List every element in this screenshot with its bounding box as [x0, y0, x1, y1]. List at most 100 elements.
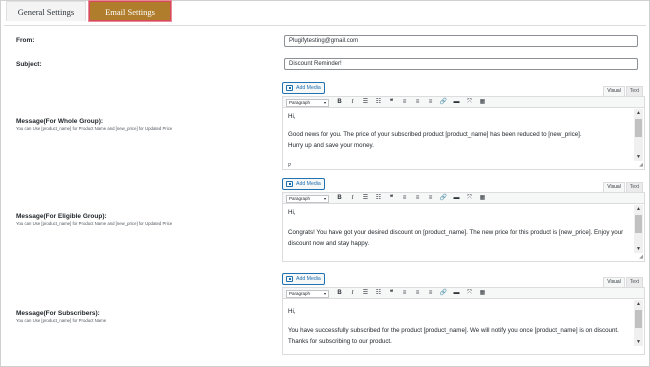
from-label: From: — [16, 37, 35, 44]
numbered-list-icon[interactable]: ☷ — [374, 98, 383, 107]
blockquote-icon[interactable]: ❝ — [387, 98, 396, 107]
format-select-value: Paragraph — [289, 196, 311, 201]
message-eligible-group-label: Message(For Eligible Group): — [16, 213, 107, 220]
add-media-button[interactable]: Add Media — [282, 82, 325, 94]
link-icon[interactable]: 🔗 — [439, 194, 448, 203]
editor-scrollbar[interactable]: ▲ ▼ — [634, 109, 643, 161]
scroll-up-icon[interactable]: ▲ — [634, 300, 643, 308]
read-more-icon[interactable]: ▬ — [452, 98, 461, 107]
message-line: Congrats! You have got your desired disc… — [288, 229, 624, 236]
bold-icon[interactable]: B — [335, 289, 344, 298]
align-center-icon[interactable]: ≡ — [413, 194, 422, 203]
tab-email-settings[interactable]: Email Settings — [89, 1, 171, 21]
editor-scrollbar[interactable]: ▲ ▼ — [634, 205, 643, 253]
message-whole-group-label: Message(For Whole Group): — [16, 118, 104, 125]
chevron-down-icon: ▾ — [323, 291, 326, 296]
scroll-thumb[interactable] — [635, 119, 642, 137]
text-tab[interactable]: Text — [626, 182, 643, 192]
scroll-down-icon[interactable]: ▼ — [634, 338, 643, 346]
link-icon[interactable]: 🔗 — [439, 289, 448, 298]
editor-toolbar: Paragraph ▾ B I ☰ ☷ ❝ ≡ ≡ ≡ 🔗 ▬ ⤧ ▦ — [282, 96, 645, 108]
message-line: discount now and stay happy. — [288, 240, 370, 247]
fullscreen-icon[interactable]: ⤧ — [465, 98, 474, 107]
message-line: Hi, — [288, 113, 296, 120]
bullet-list-icon[interactable]: ☰ — [361, 194, 370, 203]
read-more-icon[interactable]: ▬ — [452, 289, 461, 298]
toolbar-toggle-icon[interactable]: ▦ — [478, 289, 487, 298]
message-whole-group-editor: Add Media Visual Text Paragraph ▾ B I ☰ ☷… — [281, 82, 645, 170]
message-line: You have successfully subscribed for the… — [288, 327, 619, 334]
message-whole-group-content[interactable]: Hi, Good news for you. The price of your… — [282, 108, 645, 170]
numbered-list-icon[interactable]: ☷ — [374, 194, 383, 203]
scroll-thumb[interactable] — [635, 310, 642, 328]
visual-tab[interactable]: Visual — [603, 182, 625, 192]
align-center-icon[interactable]: ≡ — [413, 289, 422, 298]
add-media-button[interactable]: Add Media — [282, 178, 325, 190]
scroll-up-icon[interactable]: ▲ — [634, 109, 643, 117]
resize-grip-icon[interactable]: ◢ — [639, 162, 643, 168]
add-media-label: Add Media — [296, 276, 321, 282]
message-eligible-group-content[interactable]: Hi, Congrats! You have got your desired … — [282, 204, 645, 262]
align-right-icon[interactable]: ≡ — [426, 194, 435, 203]
scroll-down-icon[interactable]: ▼ — [634, 153, 643, 161]
format-select-value: Paragraph — [289, 100, 311, 105]
chevron-down-icon: ▾ — [323, 196, 326, 201]
tab-general-settings[interactable]: General Settings — [6, 1, 86, 21]
editor-toolbar: Paragraph ▾ B I ☰ ☷ ❝ ≡ ≡ ≡ 🔗 ▬ ⤧ ▦ — [282, 192, 645, 204]
media-icon — [286, 276, 293, 282]
from-input[interactable]: Plugifytesting@gmail.com — [284, 35, 638, 47]
bold-icon[interactable]: B — [335, 98, 344, 107]
text-tab[interactable]: Text — [626, 86, 643, 96]
chevron-down-icon: ▾ — [323, 100, 326, 105]
align-center-icon[interactable]: ≡ — [413, 98, 422, 107]
align-right-icon[interactable]: ≡ — [426, 98, 435, 107]
message-line: Hi, — [288, 308, 296, 315]
message-subscribers-label: Message(For Subscribers): — [16, 310, 100, 317]
toolbar-toggle-icon[interactable]: ▦ — [478, 194, 487, 203]
blockquote-icon[interactable]: ❝ — [387, 194, 396, 203]
italic-icon[interactable]: I — [348, 98, 357, 107]
media-icon — [286, 85, 293, 91]
italic-icon[interactable]: I — [348, 289, 357, 298]
message-subscribers-content[interactable]: Hi, You have successfully subscribed for… — [282, 299, 645, 355]
bullet-list-icon[interactable]: ☰ — [361, 289, 370, 298]
align-left-icon[interactable]: ≡ — [400, 98, 409, 107]
scroll-up-icon[interactable]: ▲ — [634, 205, 643, 213]
align-left-icon[interactable]: ≡ — [400, 289, 409, 298]
message-subscribers-hint: You can Use [product_name] for Product N… — [16, 318, 107, 323]
text-tab[interactable]: Text — [626, 277, 643, 287]
bullet-list-icon[interactable]: ☰ — [361, 98, 370, 107]
visual-tab[interactable]: Visual — [603, 86, 625, 96]
subject-label: Subject: — [16, 61, 42, 68]
subject-input[interactable]: Discount Reminder! — [284, 58, 638, 70]
message-line: Hi, — [288, 209, 296, 216]
numbered-list-icon[interactable]: ☷ — [374, 289, 383, 298]
add-media-label: Add Media — [296, 181, 321, 187]
add-media-button[interactable]: Add Media — [282, 273, 325, 285]
italic-icon[interactable]: I — [348, 194, 357, 203]
fullscreen-icon[interactable]: ⤧ — [465, 194, 474, 203]
align-right-icon[interactable]: ≡ — [426, 289, 435, 298]
align-left-icon[interactable]: ≡ — [400, 194, 409, 203]
read-more-icon[interactable]: ▬ — [452, 194, 461, 203]
format-select-value: Paragraph — [289, 291, 311, 296]
blockquote-icon[interactable]: ❝ — [387, 289, 396, 298]
message-eligible-group-hint: You can Use [product_name] for Product N… — [16, 221, 173, 226]
message-line: Good news for you. The price of your sub… — [288, 131, 582, 138]
link-icon[interactable]: 🔗 — [439, 98, 448, 107]
scroll-thumb[interactable] — [635, 215, 642, 233]
format-select[interactable]: Paragraph ▾ — [286, 195, 329, 203]
message-subscribers-editor: Add Media Visual Text Paragraph ▾ B I ☰ ☷… — [281, 273, 645, 363]
editor-scrollbar[interactable]: ▲ ▼ — [634, 300, 643, 346]
toolbar-toggle-icon[interactable]: ▦ — [478, 98, 487, 107]
fullscreen-icon[interactable]: ⤧ — [465, 289, 474, 298]
message-line: Thanks for subscribing to our product. — [288, 338, 392, 345]
format-select[interactable]: Paragraph ▾ — [286, 290, 329, 298]
bold-icon[interactable]: B — [335, 194, 344, 203]
editor-toolbar: Paragraph ▾ B I ☰ ☷ ❝ ≡ ≡ ≡ 🔗 ▬ ⤧ ▦ — [282, 287, 645, 299]
visual-tab[interactable]: Visual — [603, 277, 625, 287]
editor-path: P — [288, 163, 292, 169]
format-select[interactable]: Paragraph ▾ — [286, 99, 329, 107]
resize-grip-icon[interactable]: ◢ — [639, 254, 643, 260]
scroll-down-icon[interactable]: ▼ — [634, 245, 643, 253]
